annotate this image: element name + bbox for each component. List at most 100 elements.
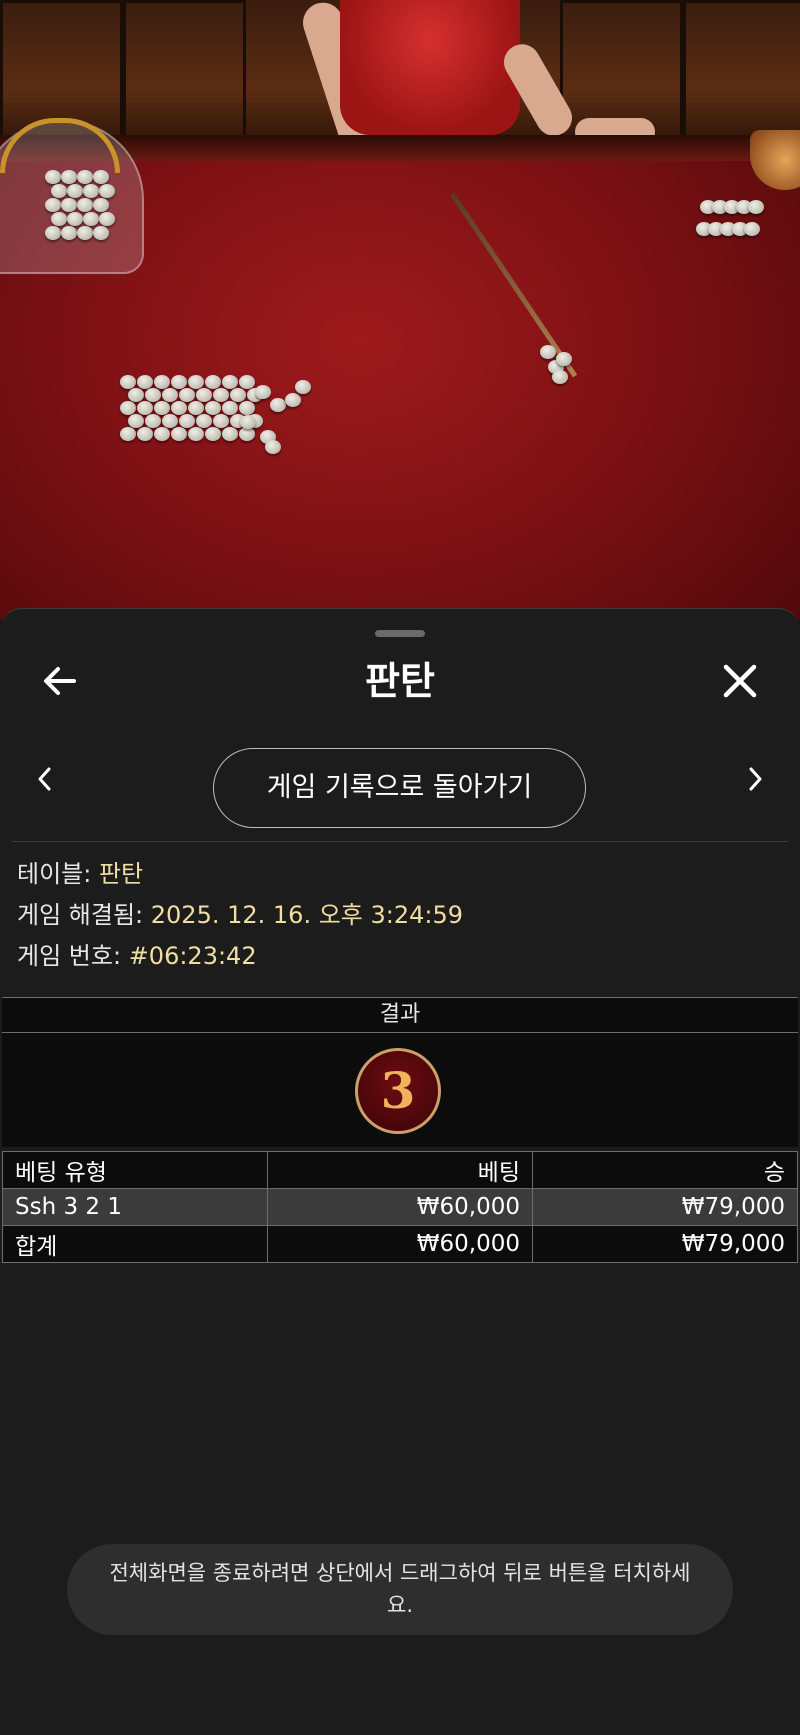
bean <box>137 401 153 415</box>
bean <box>205 375 221 389</box>
prev-game-button[interactable] <box>25 757 65 801</box>
bean <box>93 170 109 184</box>
bean <box>137 375 153 389</box>
game-detail-sheet: 판탄 게임 기록으로 돌아가기 테이블: 판탄 게임 해결됨: 2025. 12… <box>0 608 800 1735</box>
bean <box>154 427 170 441</box>
bean <box>265 440 281 454</box>
bean <box>83 184 99 198</box>
bean <box>45 170 61 184</box>
bean <box>145 414 161 428</box>
back-button[interactable] <box>30 651 90 711</box>
info-resolved: 게임 해결됨: 2025. 12. 16. 오후 3:24:59 <box>17 898 463 932</box>
info-label: 테이블: <box>17 860 92 888</box>
bean <box>205 401 221 415</box>
bean <box>128 414 144 428</box>
bean <box>45 226 61 240</box>
info-label: 게임 번호: <box>17 942 122 970</box>
live-video-feed <box>0 0 800 620</box>
bean <box>552 370 568 384</box>
total-bet-cell: ₩60,000 <box>267 1225 533 1263</box>
bean <box>179 388 195 402</box>
bets-table: 베팅 유형 베팅 승 Ssh 3 2 1 ₩60,000 ₩79,000 합계 … <box>2 1151 798 1263</box>
bean <box>239 401 255 415</box>
bean <box>67 212 83 226</box>
bet-amount-cell: ₩60,000 <box>267 1188 533 1226</box>
bean <box>188 375 204 389</box>
result-heading: 결과 <box>2 997 798 1033</box>
lattice-panel <box>120 0 246 146</box>
bean <box>120 375 136 389</box>
bean <box>222 427 238 441</box>
back-to-history-button[interactable]: 게임 기록으로 돌아가기 <box>213 748 586 828</box>
drag-handle[interactable] <box>375 630 425 637</box>
brass-bowl <box>750 130 800 190</box>
page-title: 판탄 <box>365 659 435 703</box>
bean <box>196 388 212 402</box>
bean <box>222 375 238 389</box>
bean <box>128 388 144 402</box>
bean <box>239 427 255 441</box>
bean <box>239 375 255 389</box>
bean <box>77 198 93 212</box>
bean <box>99 212 115 226</box>
bean <box>295 380 311 394</box>
table-header-row: 베팅 유형 베팅 승 <box>2 1151 798 1189</box>
bean <box>255 385 271 399</box>
close-button[interactable] <box>710 651 770 711</box>
info-value: 2025. 12. 16. 오후 3:24:59 <box>150 901 464 929</box>
info-table: 테이블: 판탄 <box>17 857 143 891</box>
bean <box>61 198 77 212</box>
column-header: 승 <box>532 1151 798 1189</box>
bean <box>61 226 77 240</box>
bean <box>230 388 246 402</box>
bean <box>51 184 67 198</box>
result-medal: 3 <box>355 1048 441 1134</box>
bean <box>93 226 109 240</box>
bean <box>93 198 109 212</box>
bean <box>120 427 136 441</box>
info-value: #06:23:42 <box>128 942 257 970</box>
bean <box>61 170 77 184</box>
bean <box>213 388 229 402</box>
divider <box>12 841 788 842</box>
bean <box>171 427 187 441</box>
bean <box>540 345 556 359</box>
win-amount-cell: ₩79,000 <box>532 1188 798 1226</box>
chevron-left-icon <box>38 767 51 791</box>
info-label: 게임 해결됨: <box>17 901 144 929</box>
bean <box>240 415 256 429</box>
info-game-number: 게임 번호: #06:23:42 <box>17 939 257 973</box>
lattice-panel <box>680 0 800 146</box>
total-label-cell: 합계 <box>2 1225 268 1263</box>
bean <box>748 200 764 214</box>
column-header: 베팅 유형 <box>2 1151 268 1189</box>
bean <box>51 212 67 226</box>
bean <box>45 198 61 212</box>
bean <box>171 401 187 415</box>
bean <box>162 414 178 428</box>
table-total-row: 합계 ₩60,000 ₩79,000 <box>2 1225 798 1263</box>
bean <box>171 375 187 389</box>
info-value: 판탄 <box>98 860 144 888</box>
bean <box>222 401 238 415</box>
bean <box>83 212 99 226</box>
fullscreen-toast: 전체화면을 종료하려면 상단에서 드래그하여 뒤로 버튼을 터치하세요. <box>67 1544 733 1635</box>
bean <box>137 427 153 441</box>
dealer <box>340 0 520 135</box>
bean <box>188 401 204 415</box>
total-win-cell: ₩79,000 <box>532 1225 798 1263</box>
bean <box>188 427 204 441</box>
bet-type-cell: Ssh 3 2 1 <box>2 1188 268 1226</box>
bean <box>196 414 212 428</box>
next-game-button[interactable] <box>735 757 775 801</box>
bean <box>99 184 115 198</box>
bean <box>744 222 760 236</box>
bean <box>145 388 161 402</box>
dealer-stick <box>450 192 578 378</box>
close-icon <box>723 664 757 698</box>
bean <box>67 184 83 198</box>
bean <box>77 226 93 240</box>
bean <box>556 352 572 366</box>
bean <box>213 414 229 428</box>
table-row: Ssh 3 2 1 ₩60,000 ₩79,000 <box>2 1188 798 1226</box>
